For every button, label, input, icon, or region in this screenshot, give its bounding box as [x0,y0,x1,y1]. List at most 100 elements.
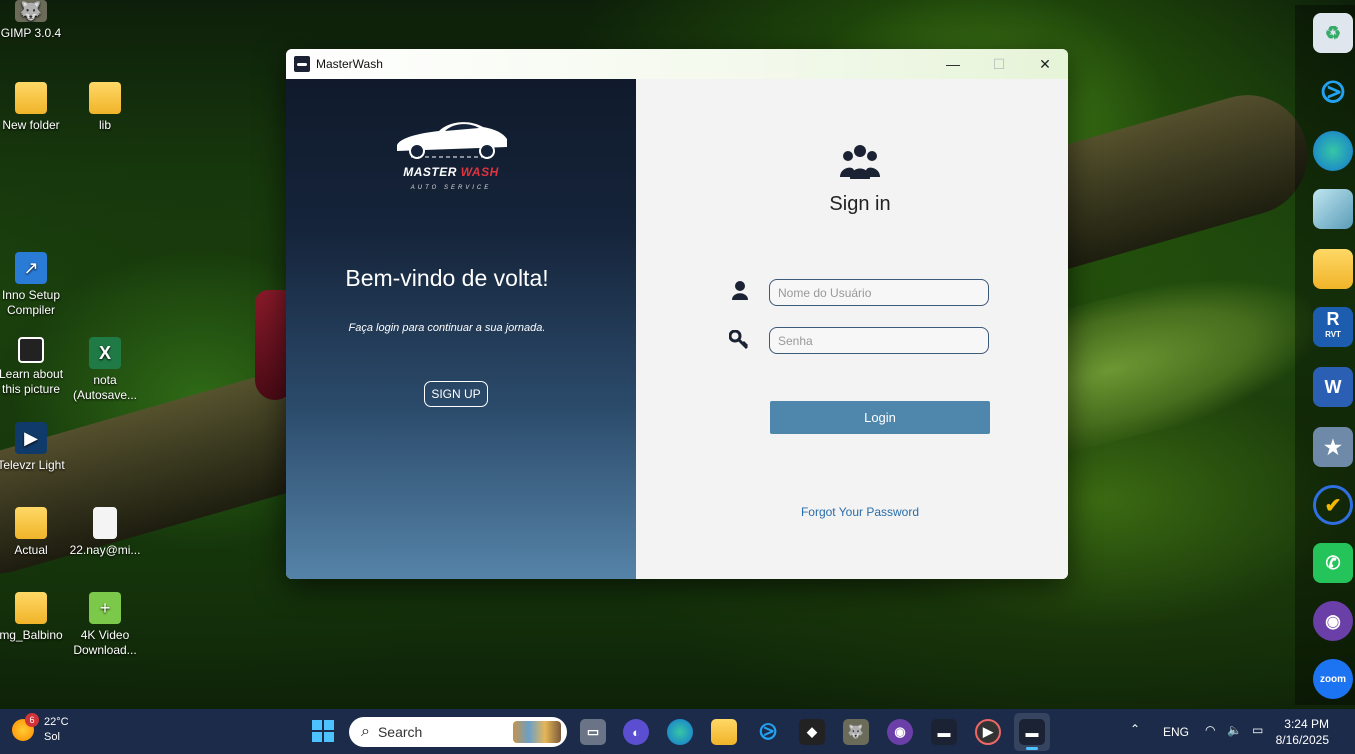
edge-taskbar-icon[interactable] [667,719,693,745]
masterwash-app-icon [294,56,310,72]
welcome-heading: Bem-vindo de volta! [345,265,549,291]
desktop-icon-gimp[interactable]: 🐺 GIMP 3.0.4 [0,0,68,41]
camera-icon [18,337,44,363]
masterwash-active-taskbar-icon[interactable]: ▬ [1019,719,1045,745]
desktop-icon-label: Learn about this picture [0,367,64,396]
password-input[interactable] [769,327,989,354]
desktop-icon-label: lib [98,118,111,132]
desktop-icon-label: GIMP 3.0.4 [0,26,62,40]
window-titlebar[interactable]: MasterWash — ☐ ✕ [286,49,1068,79]
desktop-icon-label: nota (Autosave... [72,373,138,402]
language-indicator[interactable]: ENG [1163,725,1189,739]
maximize-button[interactable]: ☐ [976,49,1022,79]
folder-icon [15,592,47,624]
masterwash-taskbar-icon[interactable]: ▬ [931,719,957,745]
star-app-icon[interactable]: ★ [1313,427,1353,467]
logo-word-master: MASTER [403,165,457,179]
desktop-icon-label: mg_Balbino [0,628,63,642]
sun-icon: 6 [12,713,39,741]
masterwash-window: MasterWash — ☐ ✕ MASTER WASH AUTO SERVIC… [286,49,1068,579]
taskbar-search[interactable]: ⌕ Search [349,717,567,747]
clock-time: 3:24 PM [1284,717,1329,731]
logo-word-wash: WASH [460,165,499,179]
desktop-icon-televzr[interactable]: ▶ Televzr Light [0,422,68,473]
close-button[interactable]: ✕ [1022,49,1068,79]
desktop-icon-lib[interactable]: lib [68,82,142,133]
battery-icon[interactable]: ▭ [1252,723,1263,737]
weather-desc: Sol [44,731,60,743]
login-button[interactable]: Login [770,401,990,434]
vscode-taskbar-icon[interactable]: ⧁ [755,719,781,745]
weather-widget[interactable]: 6 22°C Sol [12,713,69,745]
wifi-icon[interactable]: ◠ [1205,723,1215,737]
gimp-icon: 🐺 [15,0,47,22]
window-title: MasterWash [316,57,383,71]
todo-icon[interactable]: ✔ [1313,485,1353,525]
file-explorer-taskbar-icon[interactable] [711,719,737,745]
username-input[interactable] [769,279,989,306]
taskbar: 6 22°C Sol ⌕ Search ▭ ◐ ⧁ ◆ 🐺 ◉ ▬ ▶ ▬ ⌃ … [0,709,1355,754]
github-icon[interactable]: ◉ [1313,601,1353,641]
desktop-icon-label: Televzr Light [0,458,65,472]
desktop-icon-inno-setup[interactable]: ↗ Inno Setup Compiler [0,252,68,318]
app-icon[interactable] [1313,189,1353,229]
document-icon [93,507,117,539]
right-dock: ♻ ⧁ R RVT W ★ ✔ ✆ ◉ zoom [1295,5,1355,705]
search-highlight-image [513,721,561,743]
signin-title: Sign in [829,193,891,215]
system-clock[interactable]: 3:24 PM 8/16/2025 [1276,716,1329,748]
welcome-subtitle: Faça login para continuar a sua jornada. [348,322,546,334]
televzr-icon: ▶ [15,422,47,454]
window-controls: — ☐ ✕ [930,49,1068,79]
cloud-download-icon: + [89,592,121,624]
start-button[interactable] [312,720,334,742]
zoom-icon[interactable]: zoom [1313,659,1353,699]
forgot-password-link[interactable]: Forgot Your Password [636,505,1068,519]
revit-letter: R [1326,309,1340,329]
zoom-label: zoom [1319,673,1347,685]
minimize-button[interactable]: — [930,49,976,79]
vscode-icon[interactable]: ⧁ [1313,73,1353,113]
desktop-icon-nota[interactable]: X nota (Autosave... [68,337,142,403]
desktop-icon-label: Inno Setup Compiler [1,288,61,317]
users-group-icon [840,145,880,179]
desktop-icon-mg-balbino[interactable]: mg_Balbino [0,592,68,643]
clock-date: 8/16/2025 [1275,733,1329,747]
github-taskbar-icon[interactable]: ◉ [887,719,913,745]
logo-subtitle: AUTO SERVICE [410,185,492,191]
inno-setup-icon: ↗ [15,252,47,284]
desktop-icon-learn-picture[interactable]: Learn about this picture [0,337,68,397]
edge-icon[interactable] [1313,131,1353,171]
whatsapp-icon[interactable]: ✆ [1313,543,1353,583]
excel-icon: X [89,337,121,369]
search-placeholder: Search [377,724,423,740]
signin-panel: Sign in Login Forgot Your Password [636,79,1068,579]
user-icon [732,281,748,300]
media-player-icon[interactable]: ▶ [975,719,1001,745]
revit-sub: RVT [1325,330,1341,339]
key-icon [729,330,749,350]
desktop-icon-label: 4K Video Download... [73,628,137,657]
gimp-taskbar-icon[interactable]: 🐺 [843,719,869,745]
word-icon[interactable]: W [1313,367,1353,407]
logo-wordmark: MASTER WASH [376,165,526,179]
folder-icon [89,82,121,114]
search-icon: ⌕ [361,723,370,740]
tray-overflow-chevron-icon[interactable]: ⌃ [1130,722,1140,736]
desktop-icon-actual[interactable]: Actual [0,507,68,558]
desktop-icon-text-file[interactable]: 22.nay@mi... [68,507,142,558]
word-letter: W [1324,376,1342,397]
desktop-icon-4k-video[interactable]: + 4K Video Download... [68,592,142,658]
desktop-icon-new-folder[interactable]: New folder [0,82,68,133]
file-explorer-icon[interactable] [1313,249,1353,289]
signup-button[interactable]: SIGN UP [424,381,488,407]
folder-icon [15,507,47,539]
task-view-icon[interactable]: ▭ [580,719,606,745]
revit-icon[interactable]: R RVT [1313,307,1353,347]
figma-icon[interactable]: ◆ [799,719,825,745]
desktop-icon-label: Actual [14,543,48,557]
desktop-icon-label: 22.nay@mi... [69,543,141,557]
chat-icon[interactable]: ◐ [623,719,649,745]
recycle-bin-icon[interactable]: ♻ [1313,13,1353,53]
volume-icon[interactable]: 🔈 [1227,723,1242,737]
